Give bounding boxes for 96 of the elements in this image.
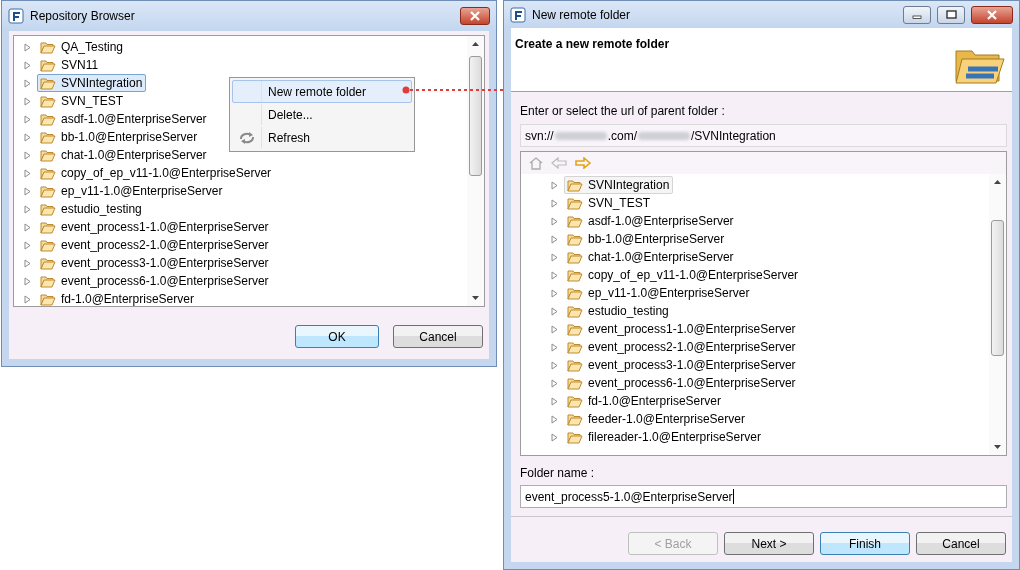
folder-icon <box>40 76 56 90</box>
folder-icon <box>567 322 583 336</box>
url-field[interactable]: svn:// .com/ /SVNIntegration <box>520 124 1007 147</box>
folder-name-field[interactable]: event_process5-1.0@EnterpriseServer <box>520 485 1007 508</box>
tree-item[interactable]: event_process1-1.0@EnterpriseServer <box>564 320 800 338</box>
tree-item[interactable]: SVN_TEST <box>37 92 127 110</box>
tree-item[interactable]: event_process3-1.0@EnterpriseServer <box>564 356 800 374</box>
tree-item[interactable]: QA_Testing <box>37 38 128 56</box>
scroll-down-icon[interactable] <box>994 445 1001 449</box>
tree-item[interactable]: event_process1-1.0@EnterpriseServer <box>37 218 273 236</box>
url-label: Enter or select the url of parent folder : <box>520 103 726 119</box>
close-icon <box>986 9 998 20</box>
folder-icon <box>40 184 56 198</box>
tree-item[interactable]: filereader-1.0@EnterpriseServer <box>564 428 765 446</box>
blurred-text <box>554 131 607 140</box>
tree-item[interactable]: feeder-1.0@EnterpriseServer <box>564 410 749 428</box>
folder-icon <box>567 268 583 282</box>
folder-icon <box>40 112 56 126</box>
folder-icon <box>40 148 56 162</box>
tree-item[interactable]: bb-1.0@EnterpriseServer <box>564 230 729 248</box>
app-logo-icon <box>510 6 526 23</box>
scroll-up-icon[interactable] <box>472 42 479 46</box>
window-title: New remote folder <box>532 7 631 22</box>
tree-item[interactable]: SVN11 <box>37 56 103 74</box>
minimize-button[interactable] <box>903 5 931 24</box>
folder-icon <box>40 40 56 54</box>
scroll-down-icon[interactable] <box>472 296 479 300</box>
tree-item[interactable]: fd-1.0@EnterpriseServer <box>564 392 725 410</box>
folder-icon <box>567 214 583 228</box>
folder-icon <box>567 178 583 192</box>
tree-item[interactable]: estudio_testing <box>564 302 673 320</box>
tree-item[interactable]: asdf-1.0@EnterpriseServer <box>564 212 738 230</box>
tree-item[interactable]: bb-1.0@EnterpriseServer <box>37 128 202 146</box>
folder-icon <box>567 304 583 318</box>
dialog-button[interactable]: OK <box>295 325 379 348</box>
tree-item[interactable]: ep_v11-1.0@EnterpriseServer <box>37 182 227 200</box>
tree-item[interactable]: ep_v11-1.0@EnterpriseServer <box>564 284 754 302</box>
folder-icon <box>40 238 56 252</box>
folder-icon <box>567 376 583 390</box>
tree-item[interactable]: event_process2-1.0@EnterpriseServer <box>37 236 273 254</box>
folder-icon <box>567 250 583 264</box>
folder-icon <box>40 94 56 108</box>
tree-item[interactable]: asdf-1.0@EnterpriseServer <box>37 110 211 128</box>
close-icon <box>469 11 481 21</box>
folder-icon <box>40 274 56 288</box>
app-logo-icon <box>8 8 24 24</box>
tree-item[interactable]: event_process6-1.0@EnterpriseServer <box>37 272 273 290</box>
folder-icon <box>40 220 56 234</box>
wizard-button[interactable]: Cancel <box>916 532 1006 555</box>
folder-icon <box>567 286 583 300</box>
tree-item[interactable]: copy_of_ep_v11-1.0@EnterpriseServer <box>37 164 276 182</box>
dialog-button[interactable]: Cancel <box>393 325 483 348</box>
tree-item[interactable]: event_process3-1.0@EnterpriseServer <box>37 254 273 272</box>
tree-item[interactable]: estudio_testing <box>37 200 146 218</box>
maximize-icon <box>945 10 957 19</box>
scroll-up-icon[interactable] <box>994 180 1001 184</box>
tree-item[interactable]: copy_of_ep_v11-1.0@EnterpriseServer <box>564 266 803 284</box>
folder-icon <box>40 292 56 306</box>
tree-item[interactable]: fd-1.0@EnterpriseServer <box>37 290 198 308</box>
forward-arrow-icon[interactable] <box>575 157 591 169</box>
back-arrow-icon[interactable] <box>551 157 567 169</box>
window-title: Repository Browser <box>30 9 135 23</box>
folder-icon <box>567 196 583 210</box>
tree-item[interactable]: chat-1.0@EnterpriseServer <box>564 248 738 266</box>
close-button[interactable] <box>971 5 1013 24</box>
wizard-heading: Create a new remote folder <box>515 37 670 53</box>
folder-icon <box>40 130 56 144</box>
wizard-button[interactable]: Finish <box>820 532 910 555</box>
folder-icon <box>40 256 56 270</box>
tree-item[interactable]: event_process2-1.0@EnterpriseServer <box>564 338 800 356</box>
tree-item[interactable]: event_process6-1.0@EnterpriseServer <box>564 374 800 392</box>
maximize-button[interactable] <box>937 5 965 24</box>
folder-icon <box>40 166 56 180</box>
folder-icon <box>40 202 56 216</box>
menu-item[interactable]: New remote folder <box>232 80 412 103</box>
folder-icon <box>567 232 583 246</box>
tree-item[interactable]: SVNIntegration <box>564 176 674 194</box>
tree-item[interactable]: SVN_TEST <box>564 194 654 212</box>
folder-icon <box>40 58 56 72</box>
tree-item[interactable]: chat-1.0@EnterpriseServer <box>37 146 211 164</box>
home-icon[interactable] <box>529 156 543 170</box>
tree-item[interactable]: SVNIntegration <box>37 74 147 92</box>
folder-icon <box>567 430 583 444</box>
refresh-icon <box>238 129 256 146</box>
folder-icon <box>567 358 583 372</box>
folder-name-label: Folder name : <box>520 465 596 481</box>
close-button[interactable] <box>460 7 490 25</box>
folder-icon <box>567 394 583 408</box>
menu-item[interactable]: Delete... <box>232 103 412 126</box>
wizard-button[interactable]: Next > <box>724 532 814 555</box>
blurred-text <box>638 131 691 140</box>
menu-item[interactable]: Refresh <box>232 126 412 149</box>
folder-icon <box>567 340 583 354</box>
folder-icon <box>567 412 583 426</box>
scrollbar[interactable] <box>467 36 484 306</box>
scrollbar[interactable] <box>989 174 1006 455</box>
